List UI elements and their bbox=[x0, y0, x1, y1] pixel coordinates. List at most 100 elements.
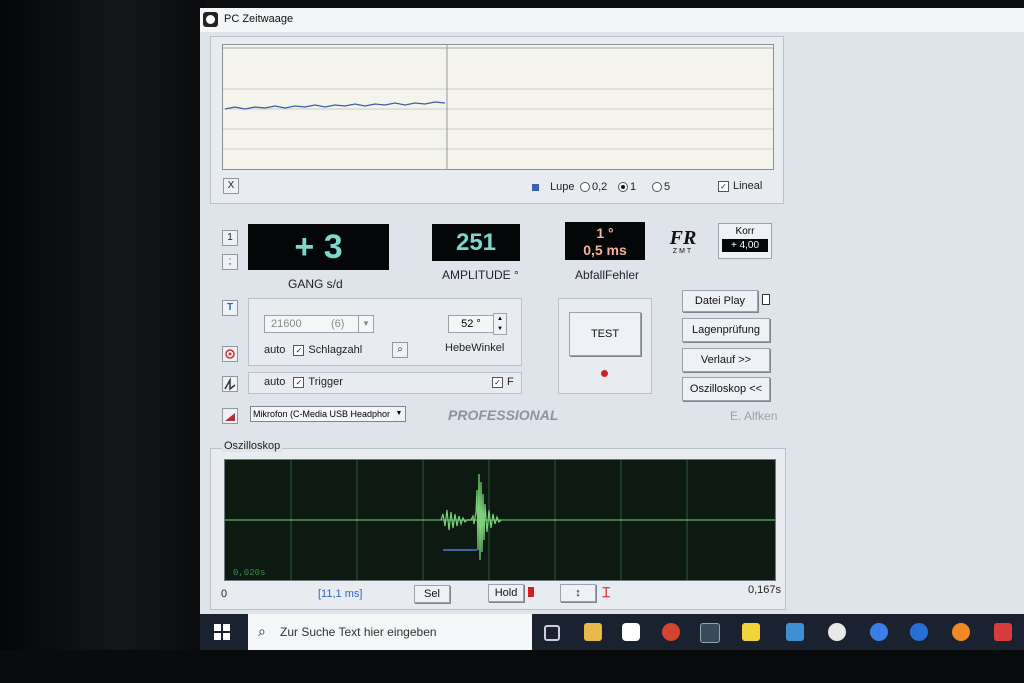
schlagzahl-label: Schlagzahl bbox=[308, 344, 363, 356]
clear-x-button[interactable]: X bbox=[223, 178, 239, 194]
schlagzahl-select[interactable]: 21600 (6) ▼ bbox=[264, 315, 374, 333]
taskbar-search[interactable]: ⌕ Zur Suche Text hier eingeben bbox=[248, 614, 532, 650]
gang-label: GANG s/d bbox=[288, 277, 343, 291]
hebewinkel-stepper[interactable]: ▲ ▼ bbox=[493, 313, 507, 335]
auto-label: auto bbox=[264, 376, 286, 388]
level-symbol bbox=[225, 413, 235, 421]
oscilloscope-display: 0,020s bbox=[224, 459, 776, 581]
rate-trace-svg bbox=[223, 45, 773, 169]
record-icon[interactable] bbox=[222, 346, 238, 362]
gang-display: + 3 bbox=[248, 224, 389, 270]
f-checkbox[interactable]: ✓ F bbox=[492, 376, 514, 388]
hold-button[interactable]: Hold bbox=[488, 584, 524, 602]
abfall-value-angle: 1 ° bbox=[596, 225, 614, 241]
search-placeholder: Zur Suche Text hier eingeben bbox=[280, 625, 437, 639]
media-app-icon[interactable] bbox=[828, 623, 846, 641]
f-label: F bbox=[507, 376, 514, 388]
windows-start-icon[interactable] bbox=[214, 624, 230, 640]
logo-text: FR bbox=[669, 227, 697, 249]
microphone-select[interactable]: Mikrofon (C-Media USB Headphor ▼ bbox=[250, 406, 406, 422]
side-button-2[interactable]: ; bbox=[222, 254, 238, 270]
abfall-value-time: 0,5 ms bbox=[583, 242, 627, 258]
radio-selected-icon bbox=[618, 182, 628, 193]
lupe-indicator-icon bbox=[532, 183, 539, 191]
rate-trace-chart bbox=[222, 44, 774, 170]
file-explorer-icon[interactable] bbox=[584, 623, 602, 641]
schlagzahl-value: 21600 bbox=[271, 318, 302, 330]
task-view-icon[interactable] bbox=[544, 625, 560, 641]
edition-label: PROFESSIONAL bbox=[448, 407, 559, 423]
amplitude-display: 251 bbox=[432, 224, 520, 261]
trigger-icon[interactable] bbox=[222, 376, 238, 392]
monitor-bezel-left bbox=[0, 0, 205, 683]
sticky-notes-icon[interactable] bbox=[742, 623, 760, 641]
microphone-value: Mikrofon (C-Media USB Headphor bbox=[253, 409, 391, 419]
datei-play-checkbox[interactable] bbox=[762, 294, 770, 305]
test-button[interactable]: TEST bbox=[569, 312, 641, 356]
level-icon[interactable] bbox=[222, 408, 238, 424]
cloud-app-icon[interactable] bbox=[870, 623, 888, 641]
hold-indicator bbox=[528, 587, 534, 597]
abfall-label: AbfallFehler bbox=[575, 268, 640, 282]
radio-icon bbox=[580, 182, 590, 193]
browser-icon[interactable] bbox=[910, 623, 928, 641]
auto-trigger-row[interactable]: auto ✓ Trigger bbox=[264, 376, 343, 388]
settings-app-icon[interactable] bbox=[662, 623, 680, 641]
check-icon: ✓ bbox=[293, 376, 305, 388]
record-symbol bbox=[225, 349, 235, 359]
side-button-1[interactable]: 1 bbox=[222, 230, 238, 246]
lagenpruefung-button[interactable]: Lagenprüfung bbox=[682, 318, 770, 342]
korr-label: Korr bbox=[735, 226, 755, 237]
lupe-control: Lupe bbox=[532, 181, 575, 193]
amplitude-label: AMPLITUDE ° bbox=[442, 268, 519, 282]
finance-app-icon[interactable] bbox=[952, 623, 970, 641]
trigger-symbol bbox=[224, 377, 236, 391]
fr-zmt-logo: FR ZMT bbox=[668, 228, 698, 258]
verlauf-button[interactable]: Verlauf >> bbox=[682, 348, 770, 372]
monitor-bezel-bottom bbox=[0, 650, 1024, 683]
oscilloscope-title: Oszilloskop bbox=[222, 440, 283, 452]
scope-scale-label: 0,020s bbox=[233, 568, 266, 578]
magnifier-icon[interactable]: ⌕ bbox=[392, 342, 408, 358]
zoom-radio-0-2[interactable]: 0,2 bbox=[580, 181, 607, 193]
schlagzahl-sub: (6) bbox=[331, 318, 345, 330]
lineal-label: Lineal bbox=[733, 180, 763, 192]
datei-play-button[interactable]: Datei Play bbox=[682, 290, 758, 312]
photos-icon[interactable] bbox=[786, 623, 804, 641]
oszilloskop-toggle-button[interactable]: Oszilloskop << bbox=[682, 377, 770, 401]
scope-start-label: 0 bbox=[221, 588, 228, 600]
test-status-led bbox=[601, 370, 608, 377]
scope-end-label: 0,167s bbox=[748, 584, 782, 596]
zoom-radio-5[interactable]: 5 bbox=[652, 181, 670, 193]
zoom-option-label: 1 bbox=[630, 181, 637, 193]
app-icon bbox=[203, 12, 218, 27]
pc-zeitwaage-icon[interactable] bbox=[700, 623, 720, 643]
auto-label: auto bbox=[264, 344, 286, 356]
window-title: PC Zeitwaage bbox=[224, 13, 294, 25]
logo-subtext: ZMT bbox=[672, 248, 694, 255]
cursor-marker-icon[interactable]: ⌶ bbox=[602, 584, 610, 601]
auto-schlagzahl-row[interactable]: auto ✓ Schlagzahl bbox=[264, 344, 362, 356]
oscilloscope-svg bbox=[225, 460, 775, 580]
zoom-option-label: 5 bbox=[664, 181, 671, 193]
hebewinkel-input[interactable]: 52 ° bbox=[448, 315, 494, 333]
check-icon: ✓ bbox=[718, 180, 729, 192]
korr-value: + 4,00 bbox=[722, 239, 768, 252]
scope-window-label: [11,1 ms] bbox=[318, 588, 363, 600]
calculator-icon[interactable] bbox=[994, 623, 1012, 641]
hebewinkel-label: HebeWinkel bbox=[445, 342, 505, 354]
vertical-scale-button[interactable]: ↕ bbox=[560, 584, 596, 602]
app-window: PC Zeitwaage X Lupe 0,2 1 5 ✓ Lineal 1 ; … bbox=[200, 8, 1024, 650]
zoom-radio-1[interactable]: 1 bbox=[618, 181, 636, 193]
windows-taskbar: ⌕ Zur Suche Text hier eingeben bbox=[200, 614, 1024, 650]
title-bar: PC Zeitwaage bbox=[200, 8, 1024, 32]
abfall-display: 1 ° 0,5 ms bbox=[565, 222, 645, 260]
security-app-icon[interactable] bbox=[622, 623, 640, 641]
sel-button[interactable]: Sel bbox=[414, 585, 450, 603]
lineal-checkbox[interactable]: ✓ Lineal bbox=[718, 180, 762, 192]
radio-icon bbox=[652, 182, 662, 193]
chevron-down-icon[interactable]: ▼ bbox=[393, 407, 405, 421]
korr-box[interactable]: Korr + 4,00 bbox=[718, 223, 772, 259]
chevron-down-icon[interactable]: ▼ bbox=[358, 316, 373, 332]
text-tool-icon[interactable]: T bbox=[222, 300, 238, 316]
